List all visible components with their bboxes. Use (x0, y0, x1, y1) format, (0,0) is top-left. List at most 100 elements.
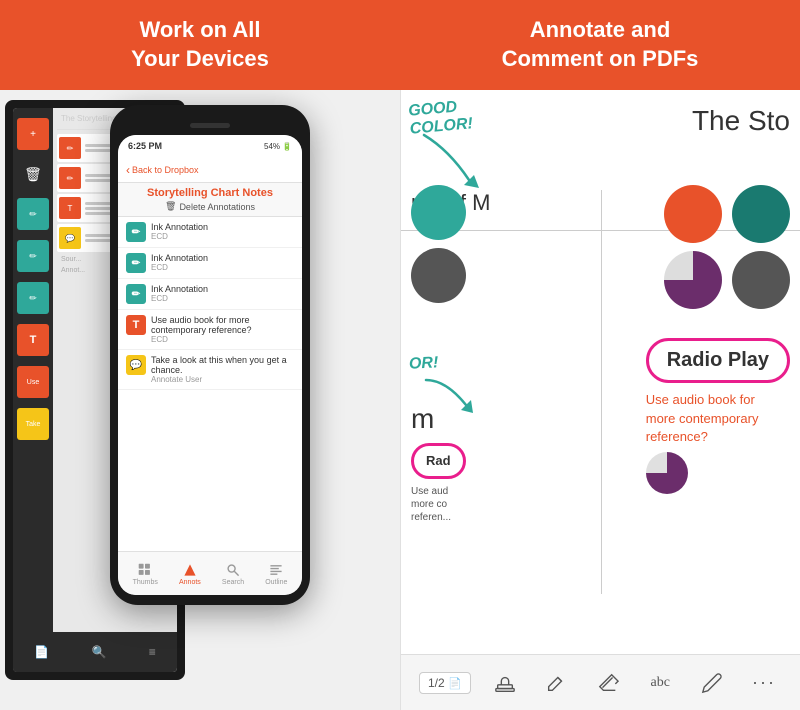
annotation-subtitle: Annotate User (151, 375, 294, 384)
back-button[interactable]: ‹ Back to Dropbox (126, 163, 199, 177)
eraser-tool-button[interactable] (590, 665, 626, 701)
tab-thumbs[interactable]: Thumbs (133, 562, 158, 586)
stamp-tool-button[interactable] (487, 665, 523, 701)
tablet-bottom-search: 🔍 (91, 645, 106, 659)
annotation-text: Use audio book for more contemporary ref… (151, 315, 294, 344)
tablet-sidebar-use: Use (17, 366, 49, 398)
circle-gray (732, 251, 790, 309)
right-title-line1: Annotate and (530, 17, 671, 42)
phone-device: 6:25 PM 54% 🔋 ‹ Back to Dropbox (110, 105, 310, 605)
radio-play-partial: Rad (426, 453, 451, 468)
thumbs-icon (135, 562, 155, 578)
annotation-title: Ink Annotation (151, 284, 294, 294)
circle-gray-left (411, 248, 466, 303)
m-text: m (411, 403, 466, 435)
tablet-sidebar-icon: 🗑 (17, 158, 49, 190)
annotation-subtitle: ECD (151, 263, 294, 272)
search-icon (223, 562, 243, 578)
phone-speaker (190, 123, 230, 128)
tab-outline-label: Outline (265, 579, 287, 586)
battery-indicator: 54% (264, 142, 280, 151)
annotation-icon-red: T (126, 315, 146, 335)
tablet-sidebar-annot: ✏ (17, 198, 49, 230)
circles-grid-right (664, 185, 790, 309)
phone-notch (118, 115, 302, 135)
status-right: 54% 🔋 (264, 142, 292, 151)
list-item[interactable]: ✏ Ink Annotation ECD (118, 248, 302, 279)
status-time: 6:25 PM (128, 141, 162, 151)
list-item[interactable]: 💬 Take a look at this when you get a cha… (118, 350, 302, 390)
annotation-icon-teal: ✏ (126, 253, 146, 273)
use-audio-partial: Use audmore coreferen... (411, 485, 466, 524)
handwritten-annotation: GOODCOLOR! (409, 100, 472, 135)
tablet-row-icon: ✏ (59, 167, 81, 189)
delete-annotations-button[interactable]: 🗑 Delete Annotations (126, 201, 294, 212)
tablet-bottom-bar: 📄 🔍 ≡ (13, 632, 177, 672)
annotation-title: Ink Annotation (151, 222, 294, 232)
annots-icon (180, 562, 200, 578)
right-panel: GOODCOLOR! The Sto um of M (400, 90, 800, 710)
left-title: Work on All Your Devices (131, 16, 269, 73)
phone-status-bar: 6:25 PM 54% 🔋 (118, 135, 302, 157)
circles-row-top (664, 185, 790, 243)
annotation-text: Ink Annotation ECD (151, 253, 294, 272)
circle-teal-dark (732, 185, 790, 243)
tab-annots[interactable]: Annots (179, 562, 201, 586)
phone-frame: 6:25 PM 54% 🔋 ‹ Back to Dropbox (110, 105, 310, 605)
pdf-content: GOODCOLOR! The Sto um of M (401, 90, 800, 654)
phone-annotation-list: ✏ Ink Annotation ECD ✏ Ink Annotation (118, 217, 302, 551)
annotation-text: Ink Annotation ECD (151, 284, 294, 303)
circles-row-tl (411, 185, 466, 240)
tablet-bottom-icon: 📄 (34, 645, 49, 659)
left-title-line2: Your Devices (131, 46, 269, 71)
annotation-subtitle: ECD (151, 232, 294, 241)
abc-label: abc (651, 675, 670, 691)
pen-tool-button[interactable] (694, 665, 730, 701)
circles-row-bottom (664, 251, 790, 309)
page-icon: 📄 (448, 678, 462, 690)
stamp-icon (494, 672, 516, 694)
tab-search[interactable]: Search (222, 562, 244, 586)
list-item[interactable]: ✏ Ink Annotation ECD (118, 279, 302, 310)
grid-line-v (601, 190, 602, 594)
highlight-tool-button[interactable] (538, 665, 574, 701)
trash-icon: 🗑 (165, 201, 176, 212)
circle-teal-left (411, 185, 466, 240)
annotation-subtitle: ECD (151, 294, 294, 303)
tablet-sidebar-item: + (17, 118, 49, 150)
small-pie-chart (646, 452, 688, 494)
tablet-sidebar: + 🗑 ✏ ✏ ✏ T (13, 108, 53, 672)
annotation-title: Take a look at this when you get a chanc… (151, 355, 294, 375)
tablet-sidebar-t: T (17, 324, 49, 356)
more-options-button[interactable]: ··· (746, 665, 782, 701)
annotation-arrow (419, 130, 479, 190)
right-title: Annotate and Comment on PDFs (502, 16, 699, 73)
pen-icon (701, 672, 723, 694)
phone-header: Storytelling Chart Notes 🗑 Delete Annota… (118, 183, 302, 217)
radio-play-box: Radio Play (646, 338, 790, 383)
battery-icon: 🔋 (282, 142, 292, 151)
circle-purple-pie (664, 251, 722, 309)
annotation-text: Ink Annotation ECD (151, 222, 294, 241)
tab-thumbs-label: Thumbs (133, 579, 158, 586)
outline-icon (266, 562, 286, 578)
or-annotation: OR! (409, 354, 439, 374)
circles-row-bl (411, 248, 466, 303)
annotation-title: Use audio book for more contemporary ref… (151, 315, 294, 335)
circles-grid-left (411, 185, 466, 303)
tablet-sidebar-take: Take (17, 408, 49, 440)
tab-outline[interactable]: Outline (265, 562, 287, 586)
list-item[interactable]: T Use audio book for more contemporary r… (118, 310, 302, 350)
bottom-section: + 🗑 ✏ ✏ ✏ T (0, 90, 800, 710)
radio-play-oval: Rad (411, 443, 466, 479)
pdf-title: The Sto (692, 105, 790, 137)
text-tool-button[interactable]: abc (642, 665, 678, 701)
circle-orange (664, 185, 722, 243)
list-item[interactable]: ✏ Ink Annotation ECD (118, 217, 302, 248)
tablet-sidebar-annot3: ✏ (17, 282, 49, 314)
pdf-toolbar: 1/2 📄 (401, 654, 800, 710)
page-number: 1/2 (428, 676, 445, 690)
annotation-title: Ink Annotation (151, 253, 294, 263)
tablet-bottom-menu: ≡ (149, 645, 156, 659)
left-title-line1: Work on All (140, 17, 261, 42)
